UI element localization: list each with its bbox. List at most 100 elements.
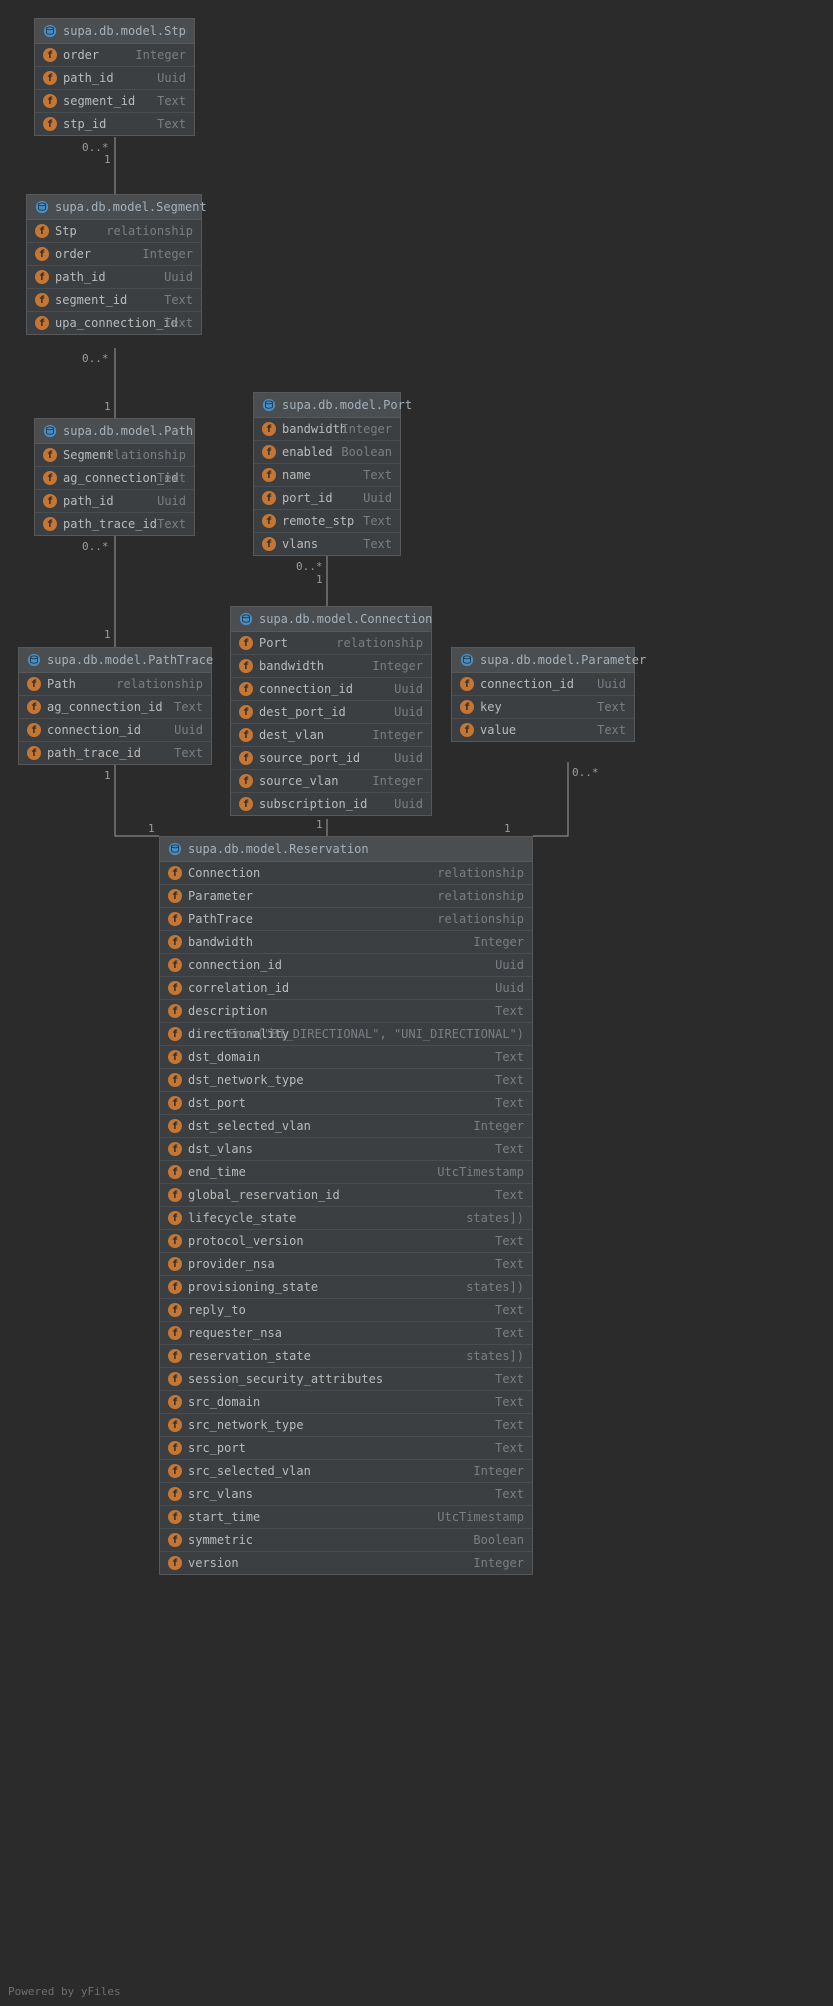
field-row: fstart_time UtcTimestamp bbox=[160, 1506, 532, 1529]
field-left: fdst_network_type bbox=[168, 1073, 304, 1087]
field-left: fstart_time bbox=[168, 1510, 260, 1524]
field-left: fdescription bbox=[168, 1004, 267, 1018]
field-row: fremote_stpText bbox=[254, 510, 400, 533]
field-type: states]) bbox=[466, 1280, 524, 1294]
field-left: fsrc_domain bbox=[168, 1395, 260, 1409]
entity-path[interactable]: supa.db.model.PathfSegmentrelationshipfa… bbox=[34, 418, 195, 536]
field-icon: f bbox=[168, 1188, 182, 1202]
entity-title: supa.db.model.Path bbox=[63, 424, 193, 438]
field-icon: f bbox=[239, 751, 253, 765]
field-name: correlation_id bbox=[188, 981, 289, 995]
field-type: Text bbox=[157, 471, 186, 485]
field-name: ag_connection_id bbox=[47, 700, 163, 714]
field-left: fremote_stp bbox=[262, 514, 354, 528]
field-name: dst_port bbox=[188, 1096, 246, 1110]
field-type: Integer bbox=[473, 1556, 524, 1570]
field-row: fdirectionalityEnum("BI_DIRECTIONAL", "U… bbox=[160, 1023, 532, 1046]
field-icon: f bbox=[168, 1418, 182, 1432]
field-row: fend_timeUtcTimestamp bbox=[160, 1161, 532, 1184]
entity-body: fPortrelationshipfbandwidthIntegerfconne… bbox=[231, 632, 431, 815]
field-row: forderInteger bbox=[27, 243, 201, 266]
field-row: fdest_port_idUuid bbox=[231, 701, 431, 724]
field-type: Text bbox=[495, 1004, 524, 1018]
field-left: fPort bbox=[239, 636, 288, 650]
field-name: bandwidth bbox=[188, 935, 253, 949]
field-icon: f bbox=[168, 1441, 182, 1455]
field-name: path_trace_id bbox=[47, 746, 141, 760]
field-left: fend_time bbox=[168, 1165, 246, 1179]
field-left: fenabled bbox=[262, 445, 333, 459]
field-name: provider_nsa bbox=[188, 1257, 275, 1271]
entity-title: supa.db.model.Segment bbox=[55, 200, 207, 214]
field-row: fConnectionrelationship bbox=[160, 862, 532, 885]
entity-parameter[interactable]: supa.db.model.Parameterfconnection_idUui… bbox=[451, 647, 635, 742]
field-left: fsource_vlan bbox=[239, 774, 338, 788]
db-class-icon bbox=[43, 24, 57, 38]
field-row: fprovider_nsaText bbox=[160, 1253, 532, 1276]
field-icon: f bbox=[168, 1303, 182, 1317]
field-name: protocol_version bbox=[188, 1234, 304, 1248]
field-icon: f bbox=[262, 537, 276, 551]
field-row: fdst_vlansText bbox=[160, 1138, 532, 1161]
field-name: session_security_attributes bbox=[188, 1372, 383, 1386]
field-type: Text bbox=[164, 293, 193, 307]
field-type: Integer bbox=[372, 774, 423, 788]
field-left: forder bbox=[43, 48, 99, 62]
field-name: stp_id bbox=[63, 117, 106, 131]
field-row: fag_connection_idText bbox=[35, 467, 194, 490]
field-icon: f bbox=[43, 71, 57, 85]
field-icon: f bbox=[168, 1464, 182, 1478]
field-type: Text bbox=[495, 1050, 524, 1064]
field-icon: f bbox=[35, 247, 49, 261]
entity-connection[interactable]: supa.db.model.ConnectionfPortrelationshi… bbox=[230, 606, 432, 816]
field-type: Text bbox=[597, 700, 626, 714]
field-name: src_network_type bbox=[188, 1418, 304, 1432]
field-icon: f bbox=[168, 1211, 182, 1225]
field-row: fpath_trace_idText bbox=[35, 513, 194, 535]
field-type: relationship bbox=[437, 889, 524, 903]
field-type: UtcTimestamp bbox=[437, 1510, 524, 1524]
field-name: dst_selected_vlan bbox=[188, 1119, 311, 1133]
field-icon: f bbox=[168, 1119, 182, 1133]
entity-header: supa.db.model.Reservation bbox=[160, 837, 532, 862]
field-type: Uuid bbox=[363, 491, 392, 505]
field-type: Text bbox=[495, 1073, 524, 1087]
field-icon: f bbox=[239, 682, 253, 696]
field-left: fsrc_vlans bbox=[168, 1487, 253, 1501]
field-left: fsegment_id bbox=[43, 94, 135, 108]
db-class-icon bbox=[239, 612, 253, 626]
field-type: Text bbox=[495, 1257, 524, 1271]
field-row: fag_connection_idText bbox=[19, 696, 211, 719]
db-class-icon bbox=[262, 398, 276, 412]
field-icon: f bbox=[168, 1349, 182, 1363]
field-left: fport_id bbox=[262, 491, 333, 505]
field-icon: f bbox=[262, 491, 276, 505]
footer-credit: Powered by yFiles bbox=[8, 1985, 121, 1998]
field-row: fprovisioning_state states]) bbox=[160, 1276, 532, 1299]
entity-header: supa.db.model.Stp bbox=[35, 19, 194, 44]
field-type: relationship bbox=[336, 636, 423, 650]
entity-segment[interactable]: supa.db.model.SegmentfStprelationshipfor… bbox=[26, 194, 202, 335]
entity-stp[interactable]: supa.db.model.StpforderIntegerfpath_idUu… bbox=[34, 18, 195, 136]
field-left: fupa_connection_id bbox=[35, 316, 156, 330]
field-row: flifecycle_statestates]) bbox=[160, 1207, 532, 1230]
field-row: fParameterrelationship bbox=[160, 885, 532, 908]
field-left: fprovisioning_state bbox=[168, 1280, 318, 1294]
field-left: fdest_port_id bbox=[239, 705, 346, 719]
field-type: Integer bbox=[135, 48, 186, 62]
field-name: path_trace_id bbox=[63, 517, 157, 531]
entity-reservation[interactable]: supa.db.model.ReservationfConnectionrela… bbox=[159, 836, 533, 1575]
field-left: f src_network_type bbox=[168, 1418, 304, 1432]
field-icon: f bbox=[43, 448, 57, 462]
field-row: fdst_selected_vlanInteger bbox=[160, 1115, 532, 1138]
field-row: fkeyText bbox=[452, 696, 634, 719]
field-type: Text bbox=[495, 1418, 524, 1432]
field-name: dest_vlan bbox=[259, 728, 324, 742]
field-type: Text bbox=[495, 1326, 524, 1340]
entity-port[interactable]: supa.db.model.PortfbandwidthIntegerfenab… bbox=[253, 392, 401, 556]
field-type: Text bbox=[174, 746, 203, 760]
field-icon: f bbox=[460, 723, 474, 737]
entity-body: fStprelationshipforderIntegerfpath_idUui… bbox=[27, 220, 201, 334]
field-type: Integer bbox=[341, 422, 392, 436]
entity-pathtrace[interactable]: supa.db.model.PathTracefPathrelationship… bbox=[18, 647, 212, 765]
